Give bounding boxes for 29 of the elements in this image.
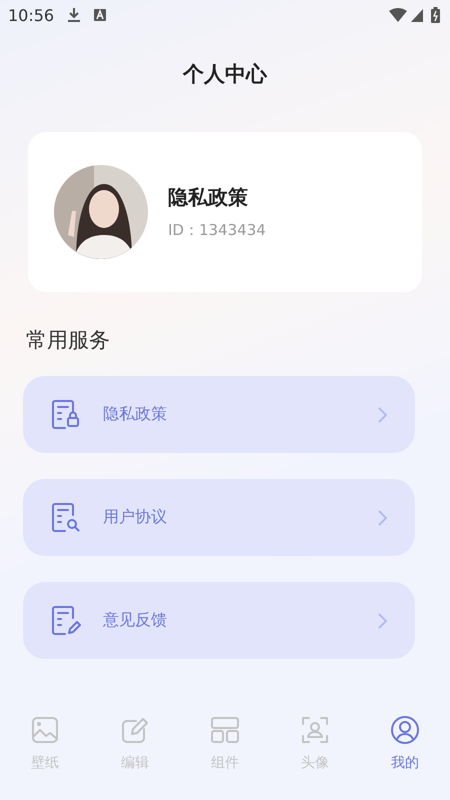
user-icon: [390, 715, 420, 745]
service-item[interactable]: 用户协议: [23, 479, 415, 556]
nav-tab[interactable]: 组件: [180, 700, 270, 800]
document-lock-icon: [51, 398, 81, 430]
nav-tab[interactable]: 编辑: [90, 700, 180, 800]
profile-name: 隐私政策: [168, 184, 249, 211]
app-notification-icon: [94, 9, 106, 21]
signal-icon: [411, 8, 423, 22]
document-pen-icon: [51, 604, 81, 636]
page-title: 个人中心: [182, 61, 268, 88]
service-item[interactable]: 意见反馈: [23, 582, 415, 659]
layout-icon: [210, 715, 240, 745]
nav-tab[interactable]: 壁纸: [0, 700, 90, 800]
chevron-right-icon: [378, 406, 387, 422]
edit-icon: [120, 715, 150, 745]
battery-icon: [431, 7, 440, 23]
wifi-icon: [389, 8, 407, 22]
section-title: 常用服务: [26, 327, 111, 354]
portrait-scan-icon: [300, 715, 330, 745]
profile-id: ID：1343434: [168, 221, 266, 240]
document-search-icon: [51, 502, 81, 534]
service-item[interactable]: 隐私政策: [23, 376, 415, 453]
chevron-right-icon: [378, 510, 387, 526]
chevron-right-icon: [378, 612, 387, 628]
nav-tab[interactable]: 头像: [270, 700, 360, 800]
nav-tab[interactable]: 我的: [360, 700, 450, 800]
image-icon: [30, 715, 60, 745]
status-time: 10:56: [8, 6, 54, 24]
download-icon: [68, 7, 80, 23]
